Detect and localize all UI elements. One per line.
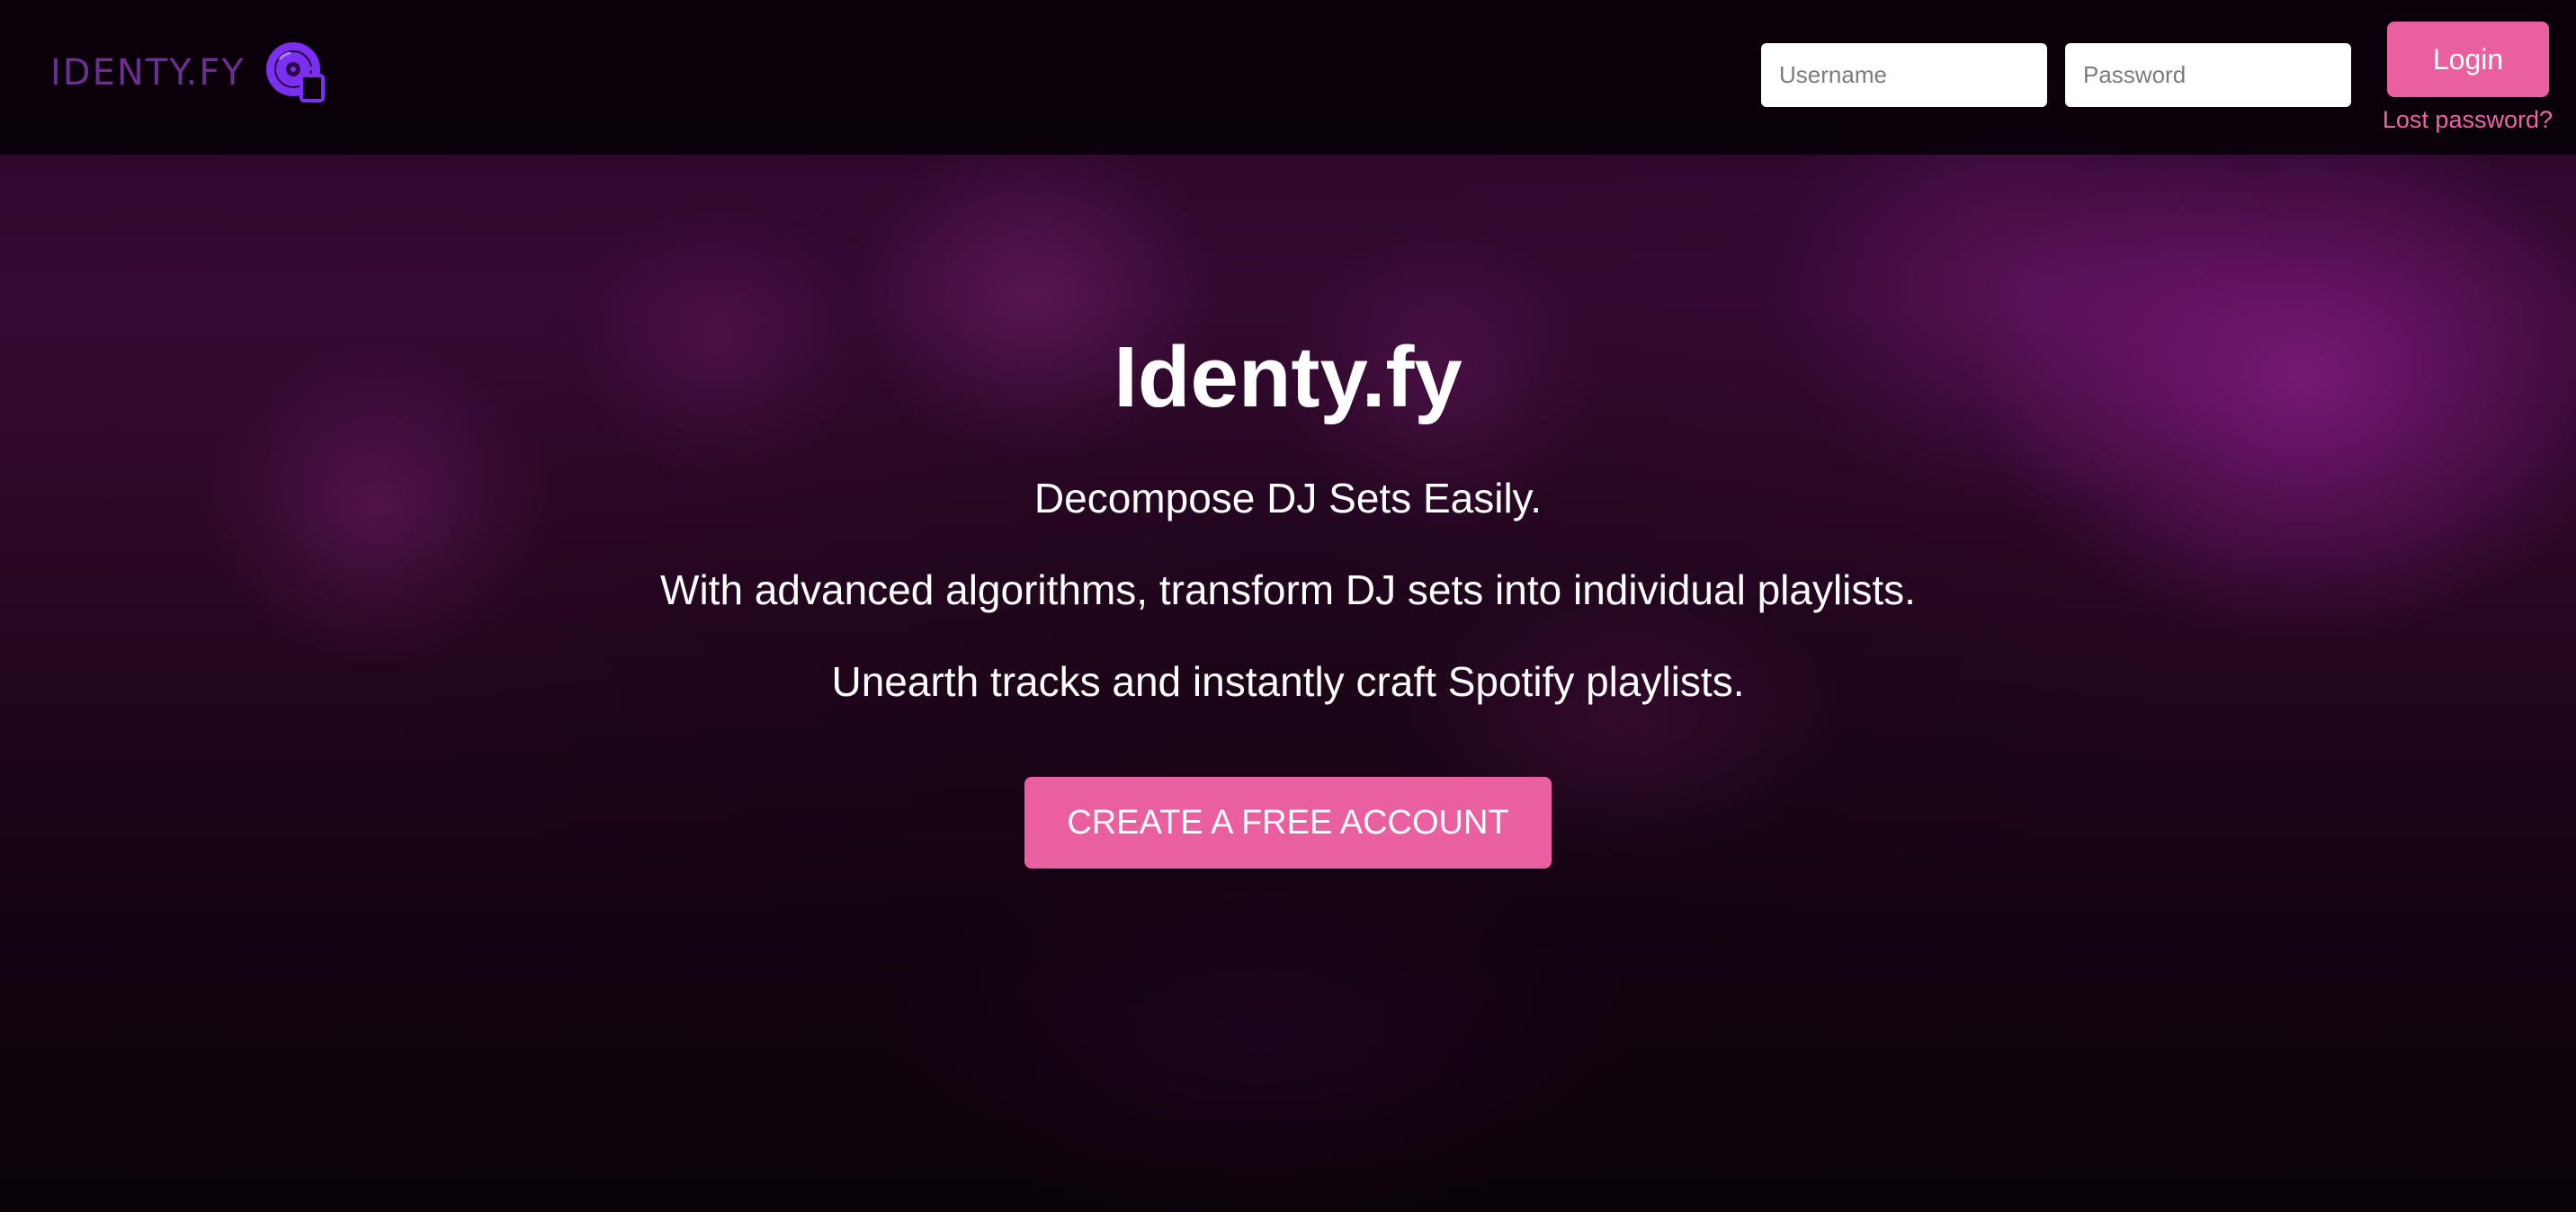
landing-page: IDENTY.FY Login Lost password? Identy. [0,0,2576,1212]
top-bar: IDENTY.FY Login Lost password? [0,0,2576,155]
login-button[interactable]: Login [2387,22,2549,97]
lost-password-link[interactable]: Lost password? [2383,106,2553,134]
hero-tagline: Decompose DJ Sets Easily. [1033,475,1543,521]
logo-text: IDENTY.FY [50,52,246,94]
password-input[interactable] [2065,43,2351,107]
create-account-button[interactable]: CREATE A FREE ACCOUNT [1024,777,1552,869]
username-input[interactable] [1761,43,2047,107]
hero-section: Identy.fy Decompose DJ Sets Easily. With… [0,324,2576,869]
vinyl-disc-icon [265,41,328,104]
logo[interactable]: IDENTY.FY [50,41,328,104]
hero-title: Identy.fy [1114,329,1462,425]
hero-subdescription: Unearth tracks and instantly craft Spoti… [831,658,1745,705]
hero-description: With advanced algorithms, transform DJ s… [660,566,1916,613]
login-form: Login Lost password? [1761,22,2553,147]
